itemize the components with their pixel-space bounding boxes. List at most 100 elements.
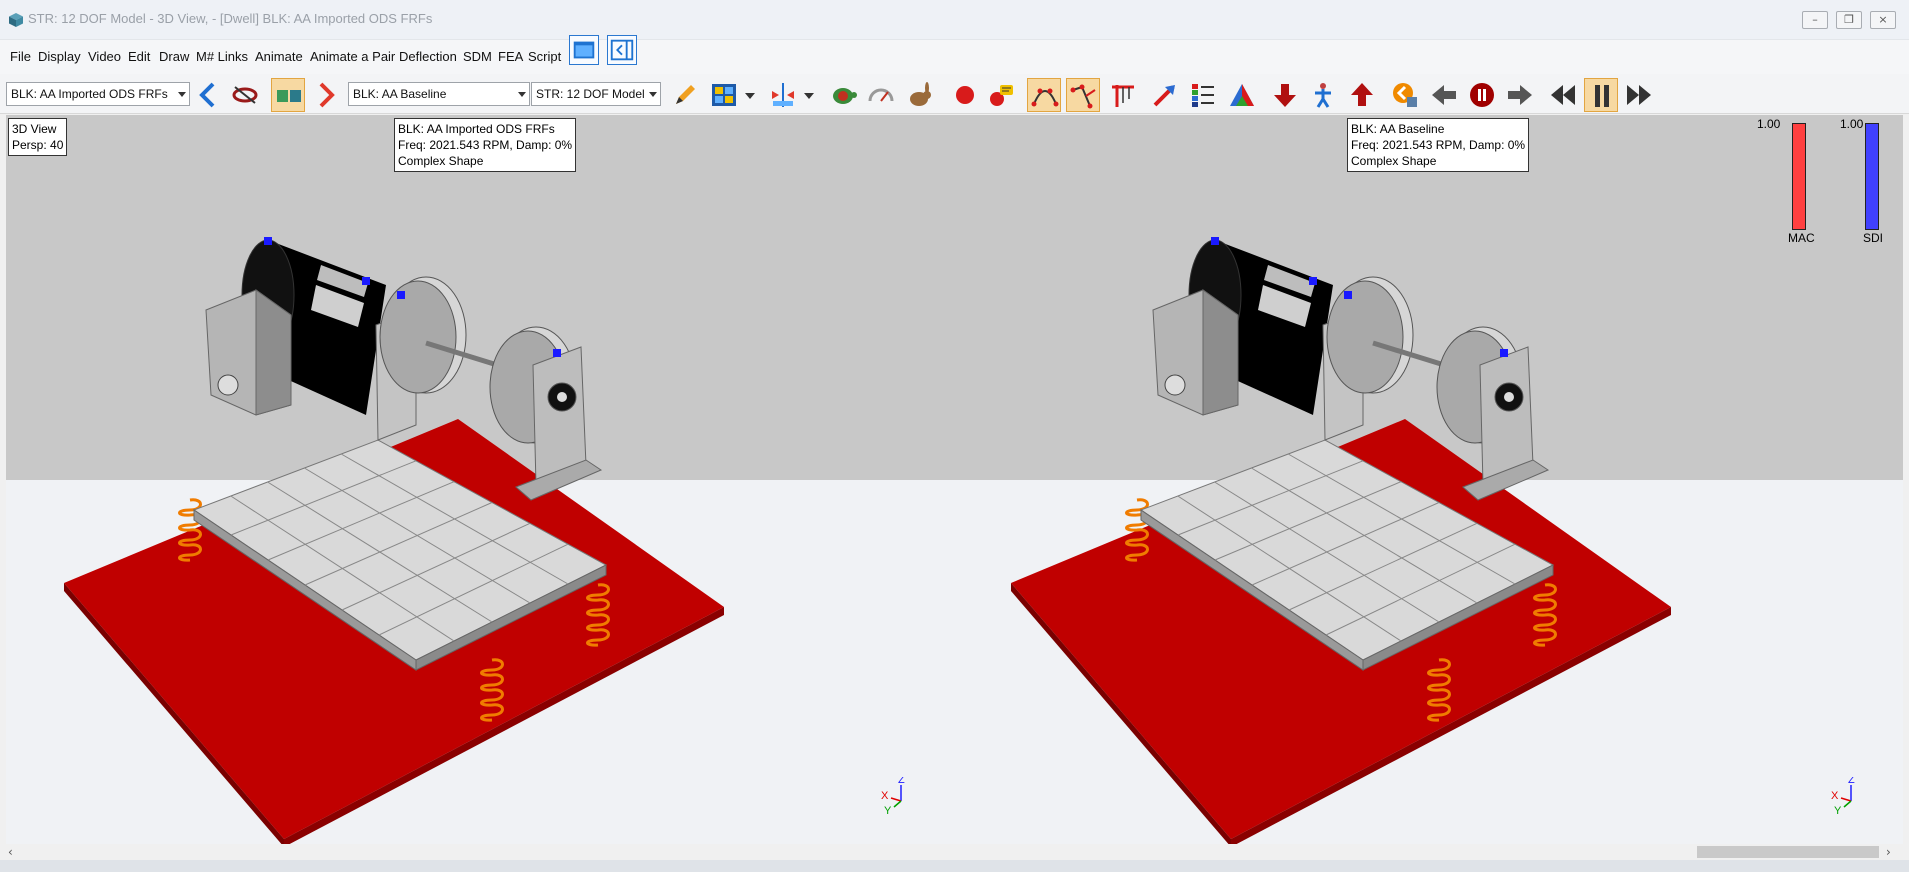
fast-forward-button[interactable] — [1622, 78, 1656, 112]
window-title: STR: 12 DOF Model - 3D View, - [Dwell] B… — [28, 11, 433, 26]
toolbar: BLK: AA Imported ODS FRFs BLK: AA Baseli… — [0, 74, 1909, 114]
menu-deflection[interactable]: Deflection — [399, 49, 457, 64]
left-3d-view[interactable]: 3D View Persp: 40 BLK: AA Imported ODS F… — [6, 115, 956, 844]
single-view-button[interactable] — [569, 35, 599, 65]
menu-video[interactable]: Video — [88, 49, 121, 64]
menu-fea[interactable]: FEA — [498, 49, 523, 64]
move-up-button[interactable] — [1345, 78, 1379, 112]
menu-animate[interactable]: Animate — [255, 49, 303, 64]
draw-button[interactable] — [668, 78, 702, 112]
fast-button[interactable] — [903, 78, 937, 112]
scroll-right-icon[interactable]: › — [1886, 845, 1891, 859]
menu-animate-a-pair[interactable]: Animate a Pair — [310, 49, 395, 64]
bearing-hub-center — [1504, 392, 1514, 402]
menu-file[interactable]: File — [10, 49, 31, 64]
perspective-value: Persp: 40 — [12, 138, 64, 152]
axis-triad: Z X Y — [1831, 774, 1871, 817]
rabbit-icon — [910, 82, 931, 106]
chevron-down-icon — [649, 92, 657, 97]
step-back-button[interactable] — [1427, 78, 1461, 112]
legend-button[interactable] — [1186, 78, 1220, 112]
z-axis-label: Z — [1848, 777, 1855, 786]
next-arrow-icon — [319, 82, 335, 108]
mac-value-label: 1.00 — [1757, 117, 1781, 131]
up-arrow-icon — [1351, 83, 1373, 106]
z-axis-label: Z — [898, 777, 905, 786]
3d-viewport[interactable]: 3D View Persp: 40 BLK: AA Imported ODS F… — [6, 115, 1903, 844]
move-down-button[interactable] — [1268, 78, 1302, 112]
split-button[interactable] — [766, 78, 800, 112]
turtle-icon — [833, 88, 857, 104]
app-cube-icon — [9, 13, 23, 27]
back-orange-icon — [1393, 83, 1417, 107]
measurement-point — [264, 237, 272, 245]
next-button[interactable] — [308, 78, 342, 112]
arrow-display-button[interactable] — [1148, 78, 1182, 112]
pause-button[interactable] — [1465, 78, 1499, 112]
split-icon — [772, 83, 794, 107]
collapse-pane-button[interactable] — [607, 35, 637, 65]
step-forward-button[interactable] — [1503, 78, 1537, 112]
scrollbar-thumb[interactable] — [1697, 846, 1879, 858]
chevron-down-icon[interactable] — [744, 92, 756, 100]
block-select[interactable]: BLK: AA Imported ODS FRFs — [6, 82, 190, 106]
record-button[interactable] — [948, 78, 982, 112]
structure-select[interactable]: STR: 12 DOF Model — [531, 82, 661, 106]
shape-info-box: BLK: AA Imported ODS FRFs Freq: 2021.543… — [394, 118, 577, 172]
menu-m-links[interactable]: M# Links — [196, 49, 248, 64]
minimize-button[interactable]: – — [1802, 11, 1828, 29]
right-3d-view[interactable]: BLK: AA Baseline Freq: 2021.543 RPM, Dam… — [953, 115, 1903, 844]
crane-button[interactable] — [1106, 78, 1140, 112]
menu-sdm[interactable]: SDM — [463, 49, 492, 64]
shape-type: Complex Shape — [398, 154, 484, 168]
menu-script[interactable]: Script — [528, 49, 561, 64]
previous-button[interactable] — [192, 78, 226, 112]
baseline-select-value: BLK: AA Baseline — [353, 87, 447, 101]
menu-edit[interactable]: Edit — [128, 49, 150, 64]
shape-info-box: BLK: AA Baseline Freq: 2021.543 RPM, Dam… — [1347, 118, 1530, 172]
annotate-button[interactable] — [984, 78, 1018, 112]
speed-button[interactable] — [864, 78, 898, 112]
maximize-button[interactable]: ❐ — [1836, 11, 1862, 29]
prism-icon — [1230, 84, 1254, 106]
x-axis-label: X — [1831, 790, 1839, 802]
chevron-down-icon[interactable] — [803, 92, 815, 100]
y-axis-label: Y — [1834, 805, 1842, 817]
structure-select-value: STR: 12 DOF Model — [536, 87, 645, 101]
mac-bar — [1792, 123, 1806, 230]
horizontal-scrollbar[interactable]: ‹ › — [0, 844, 1909, 860]
cut-button[interactable] — [228, 78, 262, 112]
figure-button[interactable] — [1306, 78, 1340, 112]
shape-points-icon — [1031, 88, 1059, 107]
shape-edit-button[interactable] — [1066, 78, 1100, 112]
menu-bar: File Display Video Edit Draw M# Links An… — [0, 40, 1909, 74]
color-grid-icon — [712, 84, 736, 106]
slow-button[interactable] — [826, 78, 860, 112]
close-icon: × — [1878, 13, 1888, 26]
shape-points-button[interactable] — [1027, 78, 1061, 112]
chevron-down-icon — [518, 92, 526, 97]
prism-button[interactable] — [1225, 78, 1259, 112]
rotor-disc-face — [1326, 280, 1404, 394]
baseline-select[interactable]: BLK: AA Baseline — [348, 82, 530, 106]
machine-model-left — [64, 237, 724, 844]
return-button[interactable] — [1388, 78, 1422, 112]
menu-draw[interactable]: Draw — [159, 49, 189, 64]
cable-gland — [1164, 374, 1186, 396]
close-button[interactable]: × — [1870, 11, 1896, 29]
dual-view-button[interactable] — [271, 78, 305, 112]
sdi-bar — [1865, 123, 1879, 230]
minimize-icon: – — [1812, 13, 1818, 26]
axis-triad: Z X Y — [881, 774, 921, 817]
menu-display[interactable]: Display — [38, 49, 81, 64]
x-axis-line — [890, 797, 902, 802]
annotate-icon — [990, 85, 1013, 106]
figure-icon — [1315, 83, 1331, 108]
y-axis-line — [893, 800, 902, 808]
rewind-button[interactable] — [1546, 78, 1580, 112]
y-axis-line — [1843, 800, 1852, 808]
pause-animation-button[interactable] — [1584, 78, 1618, 112]
scroll-left-icon[interactable]: ‹ — [8, 845, 13, 859]
shape-block-name: BLK: AA Imported ODS FRFs — [398, 122, 555, 136]
color-grid-button[interactable] — [707, 78, 741, 112]
